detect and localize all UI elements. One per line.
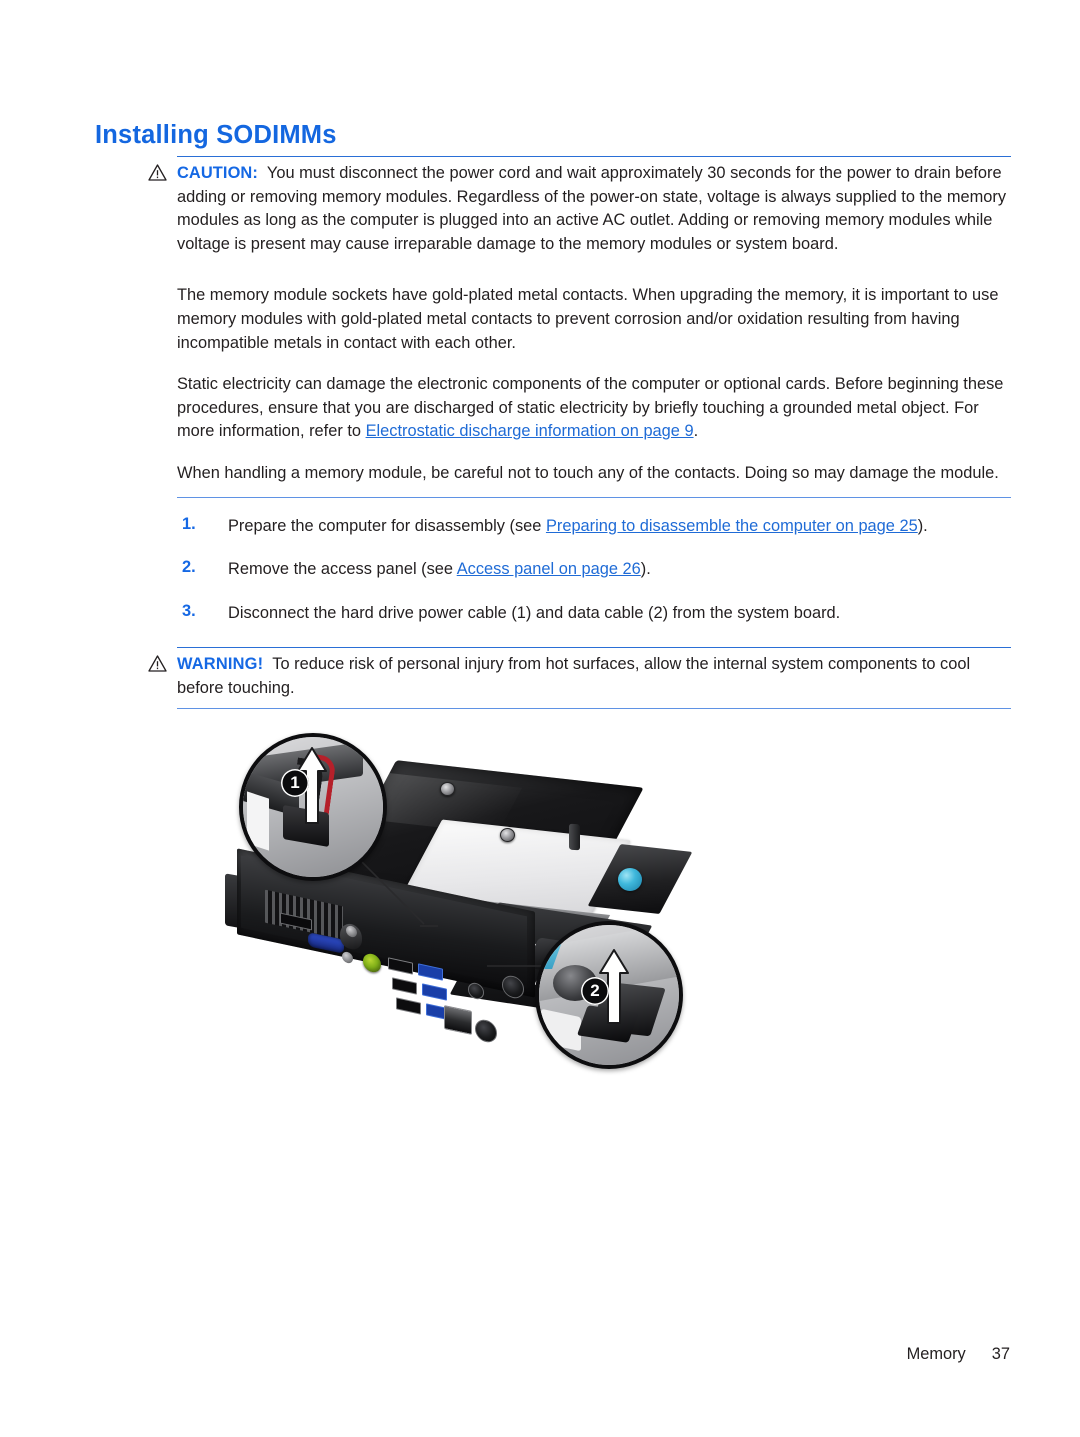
- step-number: 2.: [182, 558, 196, 577]
- callout-badge-1: 1: [281, 769, 309, 797]
- callout-badge-2: 2: [581, 977, 609, 1005]
- chassis-screw: [440, 782, 455, 796]
- step-item: 1. Prepare the computer for disassembly …: [177, 515, 1011, 539]
- caution-block: CAUTION: You must disconnect the power co…: [148, 156, 1011, 263]
- step-body: Disconnect the hard drive power cable (1…: [228, 602, 1011, 626]
- warning-label: WARNING!: [177, 655, 264, 674]
- callout-white-bracket: [247, 791, 269, 851]
- caution-label: CAUTION:: [177, 164, 258, 182]
- warning-triangle-icon: [148, 164, 167, 181]
- figure-hard-drive-cables: 1 2: [225, 728, 697, 1088]
- step-tail: ).: [917, 516, 928, 535]
- warning-block: WARNING! To reduce risk of personal injur…: [148, 647, 1011, 709]
- chassis-screw: [500, 828, 515, 842]
- page-footer: Memory 37: [0, 1345, 1010, 1364]
- warning-triangle-icon: [148, 655, 167, 672]
- step-body: Prepare the computer for disassembly (se…: [228, 515, 1011, 539]
- divider-above-steps: [177, 496, 1011, 498]
- static-text-tail: .: [693, 422, 699, 441]
- callout-magnifier-2: 2: [535, 921, 683, 1069]
- warning-paragraph: WARNING! To reduce risk of personal injur…: [177, 653, 1011, 700]
- step-body: Remove the access panel (see Access pane…: [228, 558, 1011, 582]
- footer-page-number: 37: [991, 1345, 1010, 1363]
- caution-paragraph: CAUTION: You must disconnect the power co…: [177, 162, 1011, 256]
- document-page: Installing SODIMMs CAUTION: You must disc…: [0, 0, 1080, 1437]
- paragraph-handling: When handling a memory module, be carefu…: [177, 463, 999, 482]
- link-electrostatic-discharge[interactable]: Electrostatic discharge information on p…: [366, 422, 694, 440]
- usb-port: [396, 997, 421, 1015]
- usb-port: [392, 977, 417, 995]
- step-list: 1. Prepare the computer for disassembly …: [177, 515, 1011, 626]
- content-column: CAUTION: You must disconnect the power co…: [148, 156, 1011, 709]
- step-number: 1.: [182, 514, 196, 533]
- callout-magnifier-1: 1: [239, 733, 387, 881]
- warning-text: To reduce risk of personal injury from h…: [177, 655, 971, 697]
- page-title: Installing SODIMMs: [95, 121, 337, 150]
- step-item: 2. Remove the access panel (see Access p…: [177, 558, 1011, 582]
- caution-text: You must disconnect the power cord and w…: [177, 164, 1007, 253]
- footer-section-name: Memory: [906, 1345, 966, 1363]
- paragraph-gold-contacts: The memory module sockets have gold-plat…: [177, 286, 999, 352]
- paragraph-static-electricity: Static electricity can damage the electr…: [177, 373, 1011, 444]
- step-lead: Disconnect the hard drive power cable (1…: [228, 603, 841, 622]
- product-photo: 1 2: [225, 728, 697, 1088]
- step-item: 3. Disconnect the hard drive power cable…: [177, 602, 1011, 626]
- step-lead: Remove the access panel (see: [228, 560, 457, 579]
- step-tail: ).: [640, 560, 651, 579]
- chassis-post: [569, 823, 580, 851]
- step-lead: Prepare the computer for disassembly (se…: [228, 516, 546, 535]
- link-access-panel[interactable]: Access panel on page 26: [457, 560, 641, 578]
- link-preparing-to-disassemble[interactable]: Preparing to disassemble the computer on…: [546, 517, 918, 535]
- ethernet-rj45-port: [444, 1005, 472, 1035]
- usb3-port: [422, 983, 447, 1001]
- ps2-port: [475, 1017, 497, 1045]
- blue-thumb-latch: [618, 868, 642, 891]
- step-number: 3.: [182, 601, 196, 620]
